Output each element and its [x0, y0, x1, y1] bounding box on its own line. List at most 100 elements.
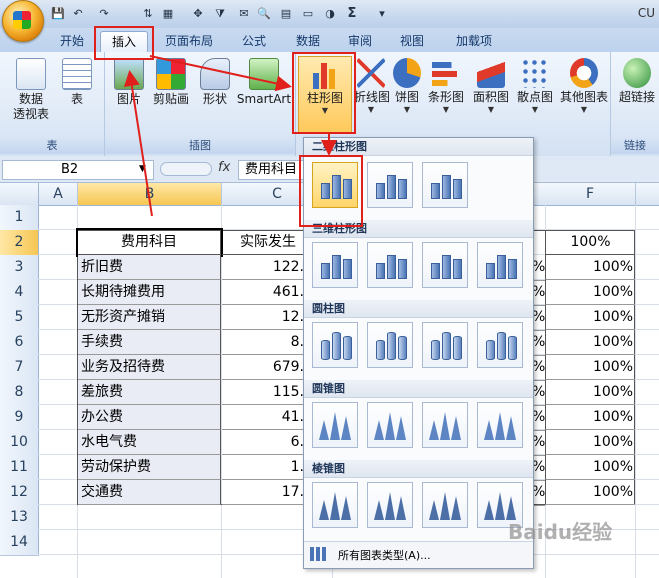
table-cell-subject[interactable]: 办公费 — [78, 405, 221, 430]
gallery-item-3-stacked-column[interactable] — [367, 402, 413, 448]
table-cell-subject[interactable]: 水电气费 — [78, 430, 221, 455]
move-icon[interactable]: ✥ — [190, 6, 206, 22]
clipart-button[interactable]: 剪贴画 — [149, 56, 193, 107]
gallery-item-1-100-stacked-column[interactable] — [422, 242, 468, 288]
area-chart-button[interactable]: 面积图 ▼ — [470, 56, 512, 115]
table-cell-actual[interactable]: 41. — [222, 405, 304, 430]
shapes-icon[interactable]: ◑ — [322, 6, 338, 22]
qat-customize-icon[interactable]: ▾ — [374, 6, 390, 22]
table-cell-actual[interactable]: 115. — [222, 380, 304, 405]
sum-icon[interactable]: Σ — [344, 6, 360, 22]
smartart-button[interactable]: SmartArt — [235, 56, 293, 107]
column-header-f[interactable]: F — [545, 183, 636, 205]
pie-chart-button[interactable]: 饼图 ▼ — [392, 56, 422, 115]
border-icon[interactable]: ▭ — [300, 6, 316, 22]
table-cell-subject[interactable]: 长期待摊费用 — [78, 280, 221, 305]
chevron-down-icon[interactable]: ▼ — [139, 164, 146, 174]
row-header[interactable]: 7 — [0, 355, 39, 381]
table-cell-subject[interactable]: 折旧费 — [78, 255, 221, 280]
tab-review[interactable]: 审阅 — [340, 31, 380, 51]
tab-data[interactable]: 数据 — [288, 31, 328, 51]
table-cell-subject[interactable]: 劳动保护费 — [78, 455, 221, 480]
table-cell-f[interactable]: 100% — [545, 405, 635, 430]
sort-icon[interactable]: ⇅ — [140, 6, 156, 22]
gallery-item-4-clustered-column[interactable] — [312, 482, 358, 528]
tab-view[interactable]: 视图 — [392, 31, 432, 51]
row-header[interactable]: 4 — [0, 280, 39, 306]
gallery-item-1-3d-column[interactable] — [477, 242, 523, 288]
undo-icon[interactable]: ↶ — [70, 6, 86, 22]
row-header[interactable]: 2 — [0, 230, 39, 256]
insert-function-icon[interactable]: fx — [218, 160, 230, 175]
header-cell-actual[interactable]: 实际发生 — [222, 230, 304, 255]
table-cell-f[interactable]: 100% — [545, 430, 635, 455]
table-cell-subject[interactable]: 无形资产摊销 — [78, 305, 221, 330]
header-cell-f[interactable]: 100% — [545, 230, 635, 255]
table-button[interactable]: 表 — [60, 56, 94, 107]
table-cell-subject[interactable]: 差旅费 — [78, 380, 221, 405]
row-header[interactable]: 3 — [0, 255, 39, 281]
gallery-item-0-100-stacked-column[interactable] — [422, 162, 468, 208]
line-chart-button[interactable]: 折线图 ▼ — [354, 56, 390, 115]
office-button[interactable] — [2, 0, 44, 42]
table-cell-f[interactable]: 100% — [545, 480, 635, 505]
other-charts-button[interactable]: 其他图表 ▼ — [558, 56, 610, 115]
table-cell-actual[interactable]: 461. — [222, 280, 304, 305]
column-header-b[interactable]: B — [78, 183, 222, 205]
tab-page-layout[interactable]: 页面布局 — [158, 31, 220, 51]
gallery-item-4-100-stacked-column[interactable] — [422, 482, 468, 528]
table-cell-actual[interactable]: 12. — [222, 305, 304, 330]
shapes-button[interactable]: 形状 — [197, 56, 233, 107]
header-cell-subject[interactable]: 费用科目 — [76, 228, 223, 257]
row-header[interactable]: 1 — [0, 205, 39, 231]
redo-icon[interactable]: ↷ — [96, 6, 112, 22]
table-cell-f[interactable]: 100% — [545, 380, 635, 405]
save-icon[interactable]: 💾 — [50, 6, 66, 22]
gallery-item-4-stacked-column[interactable] — [367, 482, 413, 528]
formula-bar-resize-handle[interactable] — [160, 162, 212, 176]
gallery-item-2-100-stacked-column[interactable] — [422, 322, 468, 368]
tab-addins[interactable]: 加载项 — [446, 31, 502, 51]
gallery-item-3-3d-column[interactable] — [477, 402, 523, 448]
table-cell-f[interactable]: 100% — [545, 355, 635, 380]
gallery-item-3-clustered-column[interactable] — [312, 402, 358, 448]
table-cell-f[interactable]: 100% — [545, 305, 635, 330]
table-cell-subject[interactable]: 手续费 — [78, 330, 221, 355]
table-cell-actual[interactable]: 1. — [222, 455, 304, 480]
gallery-item-2-clustered-column[interactable] — [312, 322, 358, 368]
table-cell-f[interactable]: 100% — [545, 455, 635, 480]
gallery-item-1-clustered-column[interactable] — [312, 242, 358, 288]
row-header[interactable]: 9 — [0, 405, 39, 431]
table-cell-subject[interactable]: 业务及招待费 — [78, 355, 221, 380]
row-header[interactable]: 8 — [0, 380, 39, 406]
select-all-corner[interactable] — [0, 183, 39, 205]
table-cell-actual[interactable]: 122. — [222, 255, 304, 280]
scatter-chart-button[interactable]: 散点图 ▼ — [514, 56, 556, 115]
row-header[interactable]: 13 — [0, 505, 39, 531]
pivot-table-button[interactable]: 数据 透视表 — [6, 56, 56, 122]
row-header[interactable]: 12 — [0, 480, 39, 506]
table-cell-actual[interactable]: 6. — [222, 430, 304, 455]
row-header[interactable]: 11 — [0, 455, 39, 481]
table-cell-f[interactable]: 100% — [545, 280, 635, 305]
row-header[interactable]: 5 — [0, 305, 39, 331]
gallery-item-2-stacked-column[interactable] — [367, 322, 413, 368]
row-header[interactable]: 10 — [0, 430, 39, 456]
tab-formulas[interactable]: 公式 — [234, 31, 274, 51]
gallery-item-0-stacked-column[interactable] — [367, 162, 413, 208]
all-chart-types-item[interactable]: 所有图表类型(A)... — [304, 541, 533, 568]
gallery-item-2-3d-column[interactable] — [477, 322, 523, 368]
name-box[interactable]: B2 ▼ — [2, 160, 154, 180]
filter-icon[interactable]: ⧩ — [212, 6, 228, 22]
table-cell-actual[interactable]: 8. — [222, 330, 304, 355]
table-cell-subject[interactable]: 交通费 — [78, 480, 221, 505]
gallery-item-3-100-stacked-column[interactable] — [422, 402, 468, 448]
row-header[interactable]: 6 — [0, 330, 39, 356]
tab-home[interactable]: 开始 — [50, 31, 94, 51]
table-cell-f[interactable]: 100% — [545, 330, 635, 355]
bar-chart-button[interactable]: 条形图 ▼ — [426, 56, 466, 115]
mail-icon[interactable]: ✉ — [236, 6, 252, 22]
row-header[interactable]: 14 — [0, 530, 39, 556]
gallery-item-1-stacked-column[interactable] — [367, 242, 413, 288]
preview-icon[interactable]: 🔍 — [256, 6, 272, 22]
